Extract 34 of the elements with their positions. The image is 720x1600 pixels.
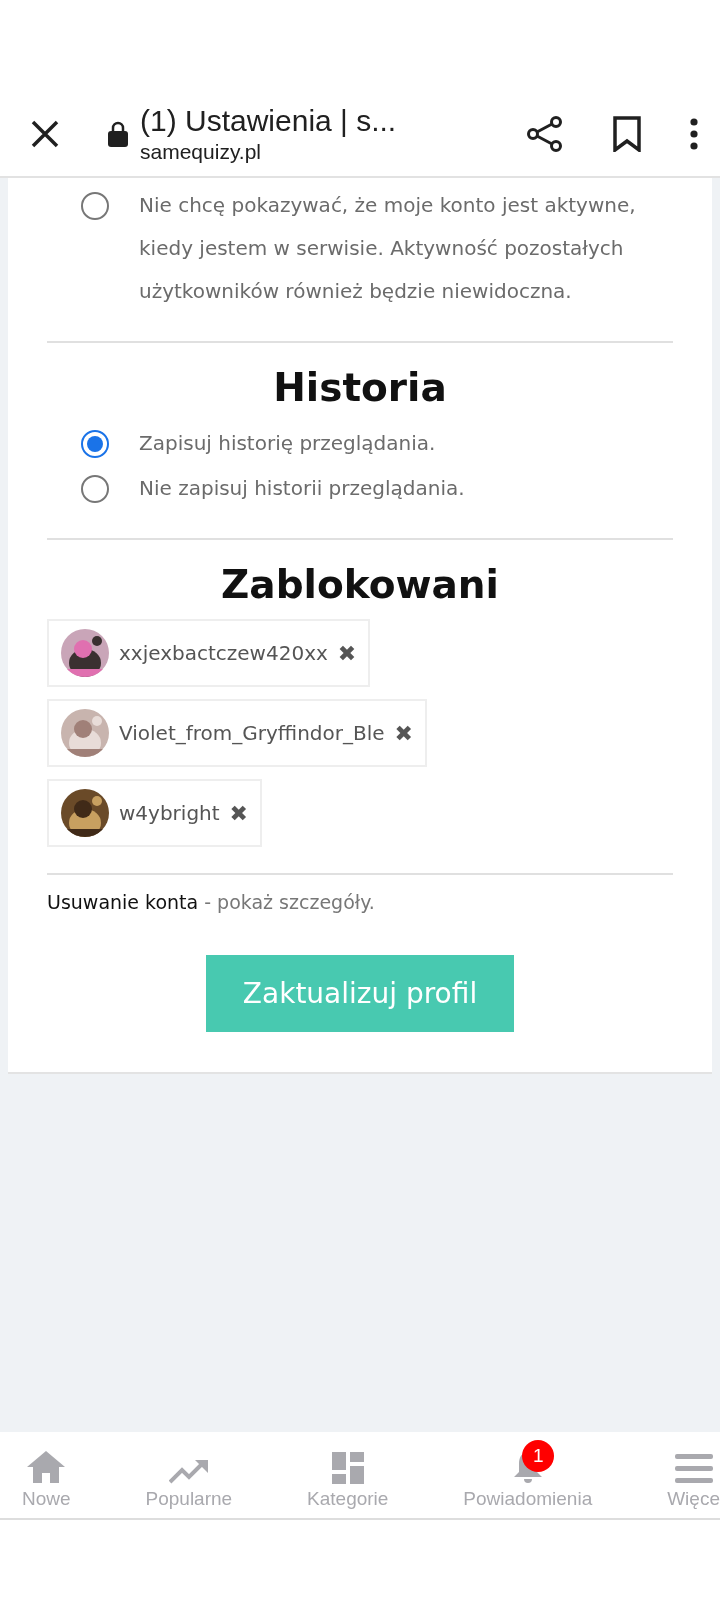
username: w4ybright	[119, 801, 220, 825]
option-label: Nie chcę pokazywać, że moje konto jest aktywne, kiedy jestem w serwisie. Aktywność pozostałych użytkowników również będzie niewidoczna.	[139, 192, 637, 305]
remove-icon[interactable]: ✖	[394, 720, 414, 746]
nav-tab[interactable]: Nowe	[22, 1432, 71, 1518]
home-icon	[26, 1450, 67, 1484]
username: Violet_from_Gryffindor_Ble	[119, 721, 385, 745]
section-title: Historia	[272, 365, 448, 410]
option-label: Zapisuj historię przeglądania.	[139, 430, 436, 457]
details-link[interactable]: - pokaż szczegóły.	[204, 891, 375, 913]
nav-tab[interactable]: Popularne	[145, 1432, 233, 1518]
nav-tab[interactable]: Więce	[667, 1432, 720, 1518]
update-profile-button[interactable]: Zaktualizuj profil	[206, 955, 514, 1032]
section-title: Zablokowani	[220, 562, 500, 607]
nav-tab[interactable]: Powiadomienia 1	[463, 1432, 593, 1518]
menu-icon	[674, 1454, 713, 1484]
share-icon[interactable]	[526, 115, 564, 153]
remove-icon[interactable]: ✖	[337, 640, 357, 666]
radio-button[interactable]	[81, 430, 109, 458]
lock-icon	[108, 121, 128, 147]
remove-icon[interactable]: ✖	[229, 800, 249, 826]
more-icon[interactable]	[690, 118, 698, 150]
username: xxjexbactczew420xx	[119, 641, 328, 665]
page-url: samequizy.pl	[140, 140, 262, 164]
bookmark-icon[interactable]	[612, 116, 642, 152]
delete-account-text: Usuwanie konta - pokaż szczegóły.	[47, 891, 376, 913]
nav-tab[interactable]: Kategorie	[307, 1432, 389, 1518]
notification-badge: 1	[522, 1440, 555, 1472]
trending-icon	[168, 1458, 209, 1484]
radio-button[interactable]	[81, 192, 109, 220]
dashboard-icon	[331, 1452, 364, 1484]
radio-button[interactable]	[81, 475, 109, 503]
page-title: (1) Ustawienia | s...	[140, 104, 398, 138]
option-label: Nie zapisuj historii przeglądania.	[139, 475, 465, 502]
close-icon[interactable]	[30, 119, 60, 149]
